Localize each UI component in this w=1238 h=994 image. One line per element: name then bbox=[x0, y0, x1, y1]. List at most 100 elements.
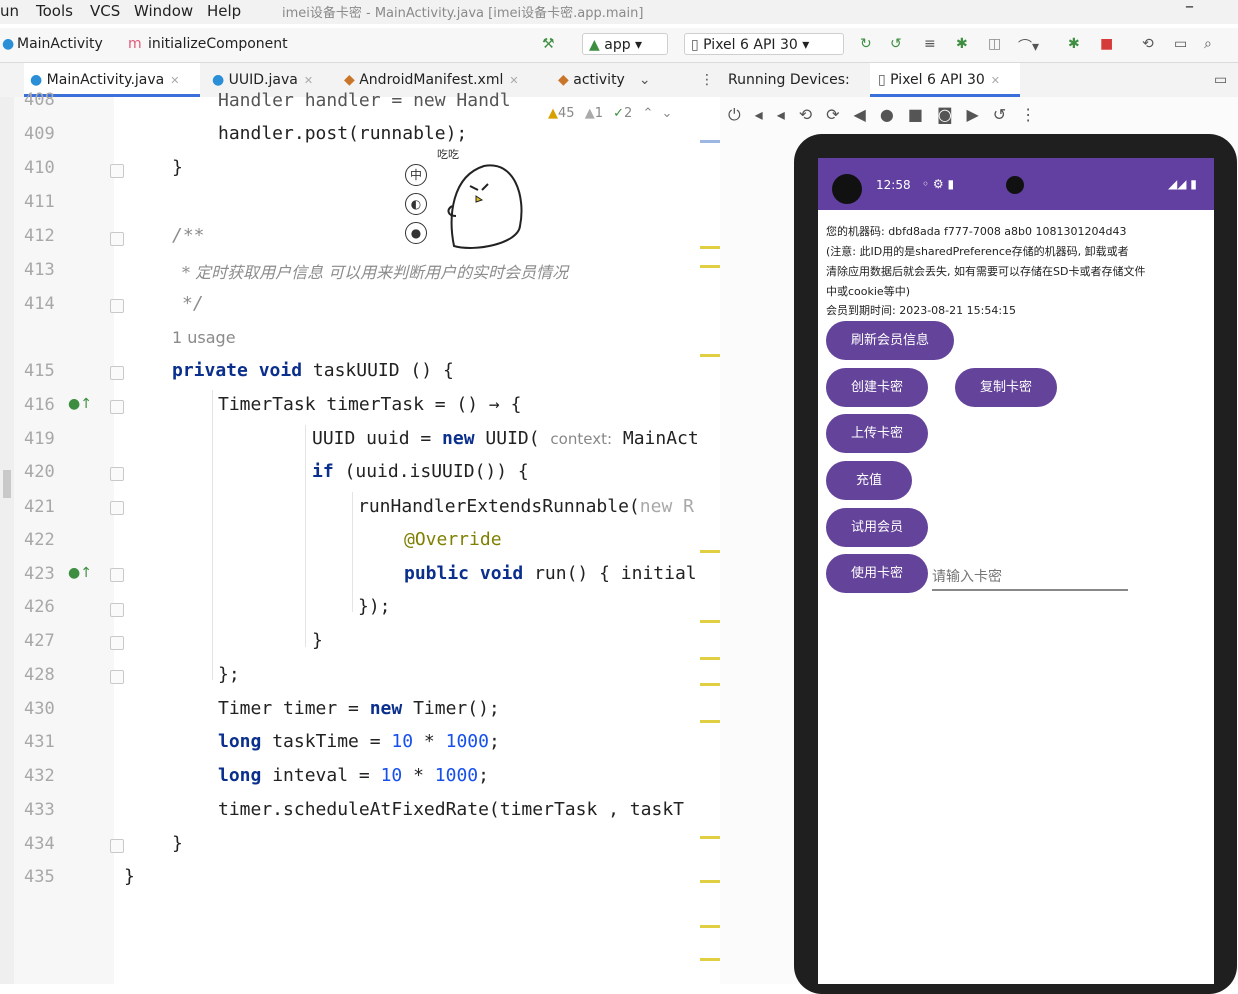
menu-window[interactable]: Window bbox=[134, 2, 193, 20]
rotate-right-icon[interactable]: ⟳ bbox=[826, 105, 853, 124]
rotate-left-icon[interactable]: ⟲ bbox=[799, 105, 826, 124]
close-icon[interactable]: ✕ bbox=[991, 74, 1000, 87]
scroll-marker[interactable] bbox=[700, 958, 720, 961]
code-line[interactable]: long taskTime = 10 * 1000; bbox=[218, 731, 500, 752]
code-line[interactable]: } bbox=[124, 866, 135, 887]
menu-tools[interactable]: Tools bbox=[36, 2, 73, 20]
search-icon[interactable]: ⌕ bbox=[1204, 36, 1212, 52]
usage-hint[interactable]: 1 usage bbox=[172, 328, 236, 347]
code-line[interactable]: } bbox=[172, 157, 183, 178]
fold-marker-icon[interactable] bbox=[110, 501, 124, 515]
fold-marker-icon[interactable] bbox=[110, 366, 124, 380]
inspection-widget[interactable]: ▲45 ▲1 ✓2 ⌃ ⌄ bbox=[548, 106, 672, 121]
debug-icon[interactable]: ✱ bbox=[956, 36, 968, 52]
code-line[interactable]: private void taskUUID () { bbox=[172, 360, 454, 381]
apply-changes-icon[interactable]: ↺ bbox=[890, 36, 902, 52]
editor-scrollbar-track[interactable] bbox=[0, 97, 14, 984]
scroll-marker[interactable] bbox=[700, 836, 720, 839]
attach-icon[interactable]: ⌒▾ bbox=[1018, 36, 1039, 56]
maximize-icon[interactable]: ▭ bbox=[1214, 63, 1227, 97]
code-line[interactable]: handler.post(runnable); bbox=[218, 123, 467, 144]
code-line[interactable]: Timer timer = new Timer(); bbox=[218, 698, 500, 719]
close-icon[interactable]: ✕ bbox=[170, 74, 179, 87]
fold-marker-icon[interactable] bbox=[110, 839, 124, 853]
scroll-marker[interactable] bbox=[700, 720, 720, 723]
scroll-marker[interactable] bbox=[700, 620, 720, 623]
minimize-icon[interactable]: – bbox=[1185, 0, 1194, 17]
rerun-icon[interactable]: ↻ bbox=[860, 36, 872, 52]
code-line[interactable]: }); bbox=[358, 596, 391, 617]
more-icon[interactable]: ⋮ bbox=[1020, 105, 1050, 124]
scroll-marker[interactable] bbox=[700, 657, 720, 660]
more-tabs-icon[interactable]: ⋮ bbox=[700, 63, 714, 97]
upload-card-button[interactable]: 上传卡密 bbox=[826, 414, 928, 453]
code-line[interactable]: runHandlerExtendsRunnable(new R bbox=[358, 496, 694, 517]
volume-down-icon[interactable]: ◂ bbox=[777, 105, 799, 124]
fold-marker-icon[interactable] bbox=[110, 670, 124, 684]
code-line[interactable]: if (uuid.isUUID()) { bbox=[312, 461, 529, 482]
code-line[interactable]: }; bbox=[218, 664, 240, 685]
close-icon[interactable]: ✕ bbox=[304, 74, 313, 87]
fold-marker-icon[interactable] bbox=[110, 467, 124, 481]
scroll-marker[interactable] bbox=[700, 683, 720, 686]
code-line[interactable]: public void run() { initial bbox=[404, 563, 697, 584]
menu-run[interactable]: un bbox=[0, 2, 19, 20]
scroll-marker[interactable] bbox=[700, 550, 720, 553]
code-line[interactable]: } bbox=[312, 630, 323, 651]
close-icon[interactable]: ✕ bbox=[509, 74, 518, 87]
fold-marker-icon[interactable] bbox=[110, 603, 124, 617]
fold-marker-icon[interactable] bbox=[110, 400, 124, 414]
scroll-marker[interactable] bbox=[700, 354, 720, 357]
breadcrumb-class[interactable]: MainActivity bbox=[17, 36, 103, 52]
card-code-input[interactable] bbox=[932, 563, 1128, 591]
code-line[interactable]: Handler handler = new Handl bbox=[218, 90, 511, 111]
code-line[interactable]: timer.scheduleAtFixedRate(timerTask , ta… bbox=[218, 799, 684, 820]
use-card-button[interactable]: 使用卡密 bbox=[826, 554, 928, 593]
editor-scrollbar-thumb[interactable] bbox=[3, 470, 11, 498]
build-hammer-icon[interactable]: ⚒ bbox=[542, 36, 555, 52]
chevron-down-icon[interactable]: ⌄ bbox=[639, 72, 651, 88]
volume-up-icon[interactable]: ◂ bbox=[755, 105, 777, 124]
history-icon[interactable]: ↺ bbox=[993, 105, 1020, 124]
lambda-gutter-icon[interactable]: ●↑ bbox=[68, 396, 92, 412]
breadcrumb-method[interactable]: initializeComponent bbox=[148, 36, 288, 52]
scroll-marker[interactable] bbox=[700, 880, 720, 883]
run-config-select[interactable]: ▲ app ▾ bbox=[582, 33, 668, 55]
fold-marker-icon[interactable] bbox=[110, 299, 124, 313]
code-line[interactable]: long inteval = 10 * 1000; bbox=[218, 765, 489, 786]
device-select[interactable]: ▯ Pixel 6 API 30 ▾ bbox=[684, 33, 844, 55]
code-line[interactable]: TimerTask timerTask = () → { bbox=[218, 394, 521, 415]
code-comment[interactable]: /** bbox=[172, 225, 205, 246]
coverage-icon[interactable]: ◫ bbox=[988, 36, 1001, 52]
stop-icon[interactable]: ■ bbox=[1100, 36, 1113, 52]
chevron-down-icon[interactable]: ⌄ bbox=[661, 106, 672, 121]
tab-pixel-device[interactable]: ▯ Pixel 6 API 30 ✕ bbox=[870, 63, 1020, 97]
code-annotation[interactable]: @Override bbox=[404, 529, 502, 550]
back-icon[interactable]: ◀ bbox=[854, 105, 880, 124]
menu-vcs[interactable]: VCS bbox=[90, 2, 120, 20]
chevron-up-icon[interactable]: ⌃ bbox=[642, 106, 653, 121]
profile-icon[interactable]: ≡ bbox=[924, 36, 936, 52]
home-icon[interactable]: ● bbox=[880, 105, 908, 124]
fold-marker-icon[interactable] bbox=[110, 636, 124, 650]
trial-membership-button[interactable]: 试用会员 bbox=[826, 508, 928, 547]
scroll-marker[interactable] bbox=[700, 265, 720, 268]
power-icon[interactable]: ⏻ bbox=[728, 105, 755, 124]
scroll-marker[interactable] bbox=[700, 925, 720, 928]
recharge-button[interactable]: 充值 bbox=[826, 461, 912, 500]
fold-marker-icon[interactable] bbox=[110, 164, 124, 178]
scroll-marker[interactable] bbox=[700, 246, 720, 249]
device-manager-icon[interactable]: ▭ bbox=[1174, 36, 1187, 52]
code-comment[interactable]: */ bbox=[182, 293, 204, 314]
code-comment[interactable]: * 定时获取用户信息 可以用来判断用户的实时会员情况 bbox=[182, 259, 568, 283]
record-icon[interactable]: ▶ bbox=[966, 105, 992, 124]
fold-marker-icon[interactable] bbox=[110, 232, 124, 246]
tab-activity[interactable]: ◆ activity ⌄ bbox=[558, 63, 684, 97]
sync-gradle-icon[interactable]: ⟲ bbox=[1142, 36, 1154, 52]
code-line[interactable]: UUID uuid = new UUID( context: MainAct bbox=[312, 428, 699, 449]
overview-icon[interactable]: ■ bbox=[908, 105, 937, 124]
override-gutter-icon[interactable]: ●↑ bbox=[68, 565, 92, 581]
fold-marker-icon[interactable] bbox=[110, 568, 124, 582]
create-card-button[interactable]: 创建卡密 bbox=[826, 368, 928, 407]
debug-attach-icon[interactable]: ✱ bbox=[1068, 36, 1080, 52]
